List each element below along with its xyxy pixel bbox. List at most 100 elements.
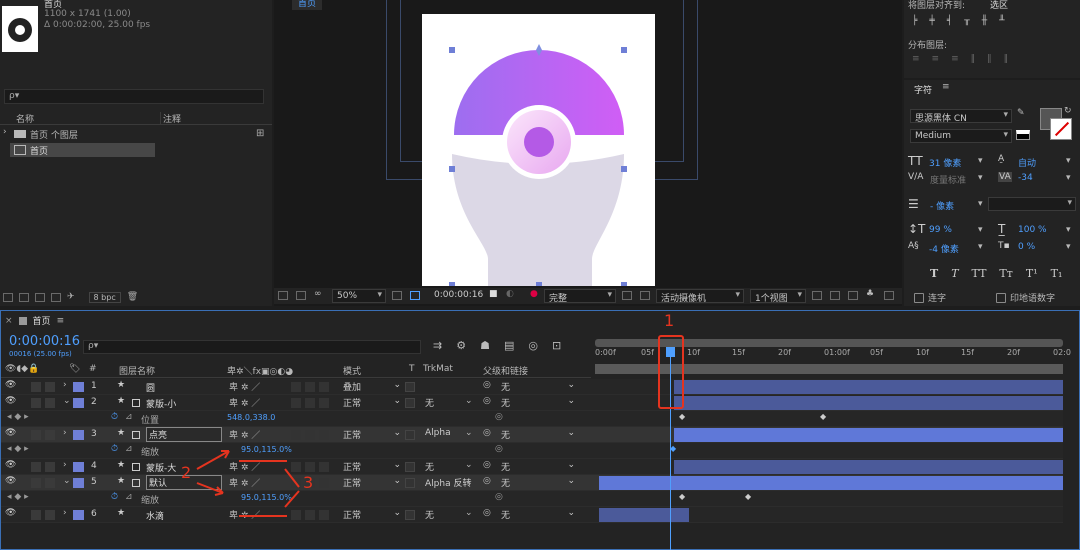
dist-bottom-icon[interactable]: ≡ (951, 54, 959, 64)
align-target-select[interactable]: 选区 (990, 0, 1008, 11)
label-color-swatch[interactable] (73, 430, 84, 440)
eye-icon[interactable]: 👁 (5, 476, 16, 486)
layer-duration-bar[interactable] (674, 380, 1063, 394)
tsume-dropdown-icon[interactable]: ▾ (1066, 242, 1071, 252)
timeline-icon[interactable] (848, 291, 858, 300)
vscale-value[interactable]: 99 % (929, 225, 952, 235)
layer-duration-bar[interactable] (674, 460, 1063, 474)
switch-box[interactable] (319, 382, 329, 392)
graph-editor-icon[interactable]: ⊡ (552, 339, 561, 352)
preserve-transparency-box[interactable] (405, 398, 415, 408)
layer-duration-bar[interactable] (674, 428, 1063, 442)
leading-dropdown-icon[interactable]: ▾ (1066, 156, 1071, 166)
switch-box[interactable] (291, 462, 301, 472)
layer-switches[interactable]: 卑 ✲ ／ (229, 460, 260, 473)
keyframe-diamond[interactable]: ◆ (745, 492, 751, 501)
expression-icon[interactable]: ◎ (495, 444, 503, 454)
property-row[interactable]: ◂ ◆ ▸ ⏱ ⊿ 位置 548.0,338.0 ◎ ◆ ◆ (1, 411, 1063, 427)
lock-box[interactable] (45, 462, 55, 472)
mode-select[interactable]: 正常 ⌄ (343, 460, 401, 474)
layer-row[interactable]: 👁 › 1 ★ 圆 卑 ✲ ／ 叠加 ⌄ ◎ 无 ⌄ (1, 379, 1063, 395)
list-item-selected[interactable]: 首页 (10, 143, 155, 157)
stroke-color-swatch[interactable] (1050, 118, 1072, 140)
preserve-transparency-box[interactable] (405, 462, 415, 472)
hscale-dropdown-icon[interactable]: ▾ (1066, 225, 1071, 235)
camera-icon[interactable]: ■ (489, 289, 498, 299)
superscript-button[interactable]: T¹ (1026, 267, 1038, 280)
stroke-width-dropdown-icon[interactable]: ▾ (978, 199, 983, 209)
property-value[interactable]: 95.0,115.0% (241, 493, 292, 502)
keyframe-diamond[interactable]: ◆ (820, 412, 826, 421)
views-select[interactable]: 1个视图 (750, 289, 806, 304)
keyframe-diamond[interactable]: ◆ (679, 492, 685, 501)
expression-icon[interactable]: ◎ (495, 492, 503, 502)
stroke-type-select[interactable] (988, 197, 1076, 211)
pickwhip-icon[interactable]: ◎ (483, 476, 491, 486)
switch-box[interactable] (305, 430, 315, 440)
solo-box[interactable] (31, 430, 41, 440)
pixel-aspect-icon[interactable] (812, 291, 822, 300)
label-color-swatch[interactable] (73, 478, 84, 488)
mode-select[interactable]: 正常 ⌄ (343, 508, 401, 522)
preserve-transparency-box[interactable] (405, 382, 415, 392)
eye-icon[interactable]: 👁 (5, 396, 16, 406)
graph-icon[interactable]: ⊿ (125, 412, 133, 422)
parent-select[interactable]: 无 ⌄ (501, 460, 575, 474)
region-icon[interactable] (622, 291, 632, 300)
tracking-dropdown-icon[interactable]: ▾ (1066, 173, 1071, 183)
solo-box[interactable] (31, 382, 41, 392)
subscript-button[interactable]: T₁ (1051, 267, 1063, 280)
timeline-search-input[interactable]: ρ▾ (83, 340, 421, 354)
switch-box[interactable] (291, 382, 301, 392)
fast-preview-icon[interactable] (830, 291, 840, 300)
ligature-checkbox[interactable] (914, 293, 924, 303)
zoom-select[interactable]: 50% (332, 289, 386, 303)
layer-row[interactable]: 👁 ⌄ 2 ★ 蒙版-小卑 ✲ ／正常 ⌄ 无 ⌄ ◎ 无 ⌄ (1, 395, 1063, 411)
black-swatch[interactable] (1016, 130, 1030, 140)
switch-box[interactable] (319, 398, 329, 408)
layer-switches[interactable]: 卑 ✲ ／ (229, 380, 260, 393)
mode-select[interactable]: 正常 ⌄ (343, 396, 401, 410)
eye-icon[interactable]: 👁 (5, 508, 16, 518)
chevron-right-icon[interactable]: › (63, 428, 67, 438)
eye-icon[interactable]: 👁 (5, 428, 16, 438)
eye-icon[interactable]: 👁 (5, 380, 16, 390)
chevron-down-icon[interactable]: ⌄ (465, 428, 473, 438)
switch-box[interactable] (319, 478, 329, 488)
kerning-value[interactable]: 度量标准 (930, 173, 966, 186)
dist-vcenter-icon[interactable]: ≡ (932, 54, 940, 64)
parent-select[interactable]: 无 ⌄ (501, 380, 575, 394)
switch-box[interactable] (291, 398, 301, 408)
switch-box[interactable] (305, 398, 315, 408)
layer-switches[interactable]: 卑 ✲ ／ (229, 428, 260, 441)
flowchart-icon[interactable]: ⊞ (256, 128, 264, 139)
mode-header[interactable]: 模式 (343, 364, 361, 377)
pickwhip-icon[interactable]: ◎ (483, 460, 491, 470)
flowchart-icon[interactable]: ♣ (866, 289, 874, 299)
list-item[interactable]: › 首页 个图层 (0, 127, 255, 141)
layer-row[interactable]: 👁 ⌄ 5 ★ 默认卑 ✲ ／正常 ⌄ Alpha 反转 ⌄ ◎ 无 ⌄ (1, 475, 1063, 491)
pickwhip-icon[interactable]: ◎ (483, 380, 491, 390)
parent-select[interactable]: 无 ⌄ (501, 476, 575, 490)
chevron-down-icon[interactable]: ⌄ (465, 508, 473, 518)
switch-box[interactable] (319, 462, 329, 472)
label-color-swatch[interactable] (73, 462, 84, 472)
bpc-button[interactable]: 8 bpc (88, 291, 121, 303)
stopwatch-icon[interactable]: ⏱ (111, 444, 118, 454)
keyframe-nav-icon[interactable]: ◂ ◆ ▸ (7, 492, 29, 502)
graph-icon[interactable]: ⊿ (125, 444, 133, 454)
lock-box[interactable] (45, 398, 55, 408)
layer-duration-bar[interactable] (599, 508, 689, 522)
preserve-transparency-box[interactable] (405, 430, 415, 440)
layer-switches[interactable]: 卑 ✲ ／ (229, 476, 260, 489)
chevron-down-icon[interactable]: ⌄ (465, 460, 473, 470)
col-comment[interactable]: 注释 (160, 112, 181, 125)
interpret-icon[interactable] (3, 292, 13, 302)
faux-bold-button[interactable]: T (930, 267, 938, 280)
expression-icon[interactable]: ◎ (495, 412, 503, 422)
label-color-swatch[interactable] (73, 398, 84, 408)
tracking-value[interactable]: -34 (1018, 173, 1033, 183)
mode-select[interactable]: 正常 ⌄ (343, 476, 401, 490)
baseline-value[interactable]: -4 像素 (929, 242, 959, 255)
pin-icon[interactable]: ✈ (67, 292, 75, 302)
